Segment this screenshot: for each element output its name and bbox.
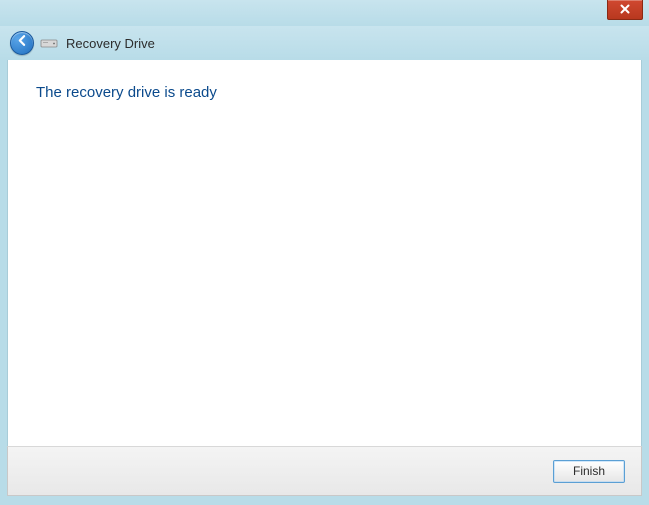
- back-button[interactable]: [10, 31, 34, 55]
- footer-bar: Finish: [7, 446, 642, 496]
- page-heading: The recovery drive is ready: [36, 84, 613, 101]
- finish-button[interactable]: Finish: [553, 460, 625, 483]
- close-icon: [620, 1, 630, 19]
- drive-icon: [40, 37, 58, 49]
- window-title: Recovery Drive: [66, 36, 155, 51]
- titlebar: [0, 0, 649, 26]
- header-bar: Recovery Drive: [0, 26, 649, 60]
- content-area: The recovery drive is ready: [7, 60, 642, 446]
- back-arrow-icon: [16, 34, 29, 52]
- close-button[interactable]: [607, 0, 643, 20]
